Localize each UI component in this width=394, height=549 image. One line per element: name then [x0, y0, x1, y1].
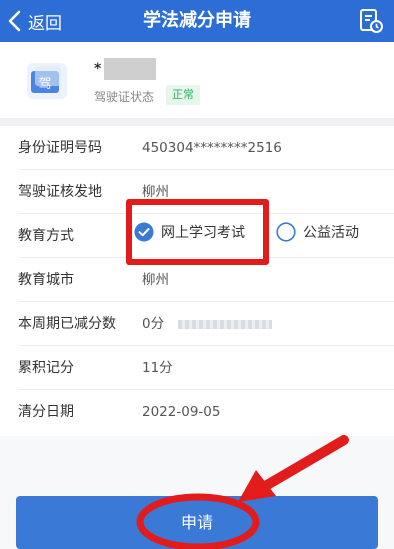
- license-place-label: 驾驶证核发地: [18, 184, 102, 200]
- id-number-value: 450304********2516: [142, 140, 282, 156]
- chevron-left-icon: [8, 10, 21, 32]
- document-clock-icon[interactable]: [358, 8, 384, 34]
- info-list: 身份证明号码 450304********2516 驾驶证核发地 柳州 教育方式…: [0, 126, 394, 436]
- masked-name: *: [94, 58, 157, 80]
- edu-option-online-label: 网上学习考试: [161, 225, 245, 241]
- clear-date-value: 2022-09-05: [142, 404, 221, 420]
- row-id-number: 身份证明号码 450304********2516: [0, 126, 394, 170]
- row-license-place: 驾驶证核发地 柳州: [0, 170, 394, 214]
- radio-checked-icon[interactable]: [134, 222, 154, 242]
- license-avatar-icon: 驾: [27, 63, 67, 99]
- blurred-note: [178, 320, 272, 329]
- back-label: 返回: [28, 13, 62, 34]
- clear-date-label: 清分日期: [18, 404, 74, 420]
- radio-unchecked-icon[interactable]: [276, 222, 296, 242]
- deducted-label: 本周期已减分数: [18, 316, 116, 332]
- name-prefix: *: [94, 61, 102, 77]
- status-badge: 正常: [166, 85, 200, 105]
- profile-card: 驾 * 驾驶证状态 正常: [0, 42, 394, 118]
- license-status-label: 驾驶证状态: [94, 90, 155, 104]
- row-accumulated: 累积记分 11分: [0, 346, 394, 390]
- back-button[interactable]: 返回: [6, 6, 62, 36]
- license-place-value: 柳州: [142, 184, 169, 200]
- id-number-label: 身份证明号码: [18, 140, 102, 156]
- accumulated-label: 累积记分: [18, 360, 74, 376]
- edu-city-value: 柳州: [142, 272, 169, 288]
- edu-method-label: 教育方式: [18, 228, 74, 244]
- accumulated-value: 11分: [142, 360, 173, 376]
- avatar-char: 驾: [38, 77, 51, 92]
- edu-option-public[interactable]: 公益活动: [276, 222, 359, 242]
- apply-button[interactable]: 申请: [16, 496, 378, 549]
- row-edu-method: 教育方式 网上学习考试 公益活动: [0, 214, 394, 258]
- row-edu-city: 教育城市 柳州: [0, 258, 394, 302]
- section-divider: [0, 118, 394, 126]
- row-deducted: 本周期已减分数 0分: [0, 302, 394, 346]
- name-blur-mask: [104, 58, 157, 80]
- edu-option-online[interactable]: 网上学习考试: [134, 222, 245, 242]
- deducted-value: 0分: [142, 316, 165, 332]
- top-bar: 返回 学法减分申请: [0, 0, 394, 42]
- row-clear-date: 清分日期 2022-09-05: [0, 390, 394, 434]
- edu-option-public-label: 公益活动: [303, 225, 359, 241]
- edu-city-label: 教育城市: [18, 272, 74, 288]
